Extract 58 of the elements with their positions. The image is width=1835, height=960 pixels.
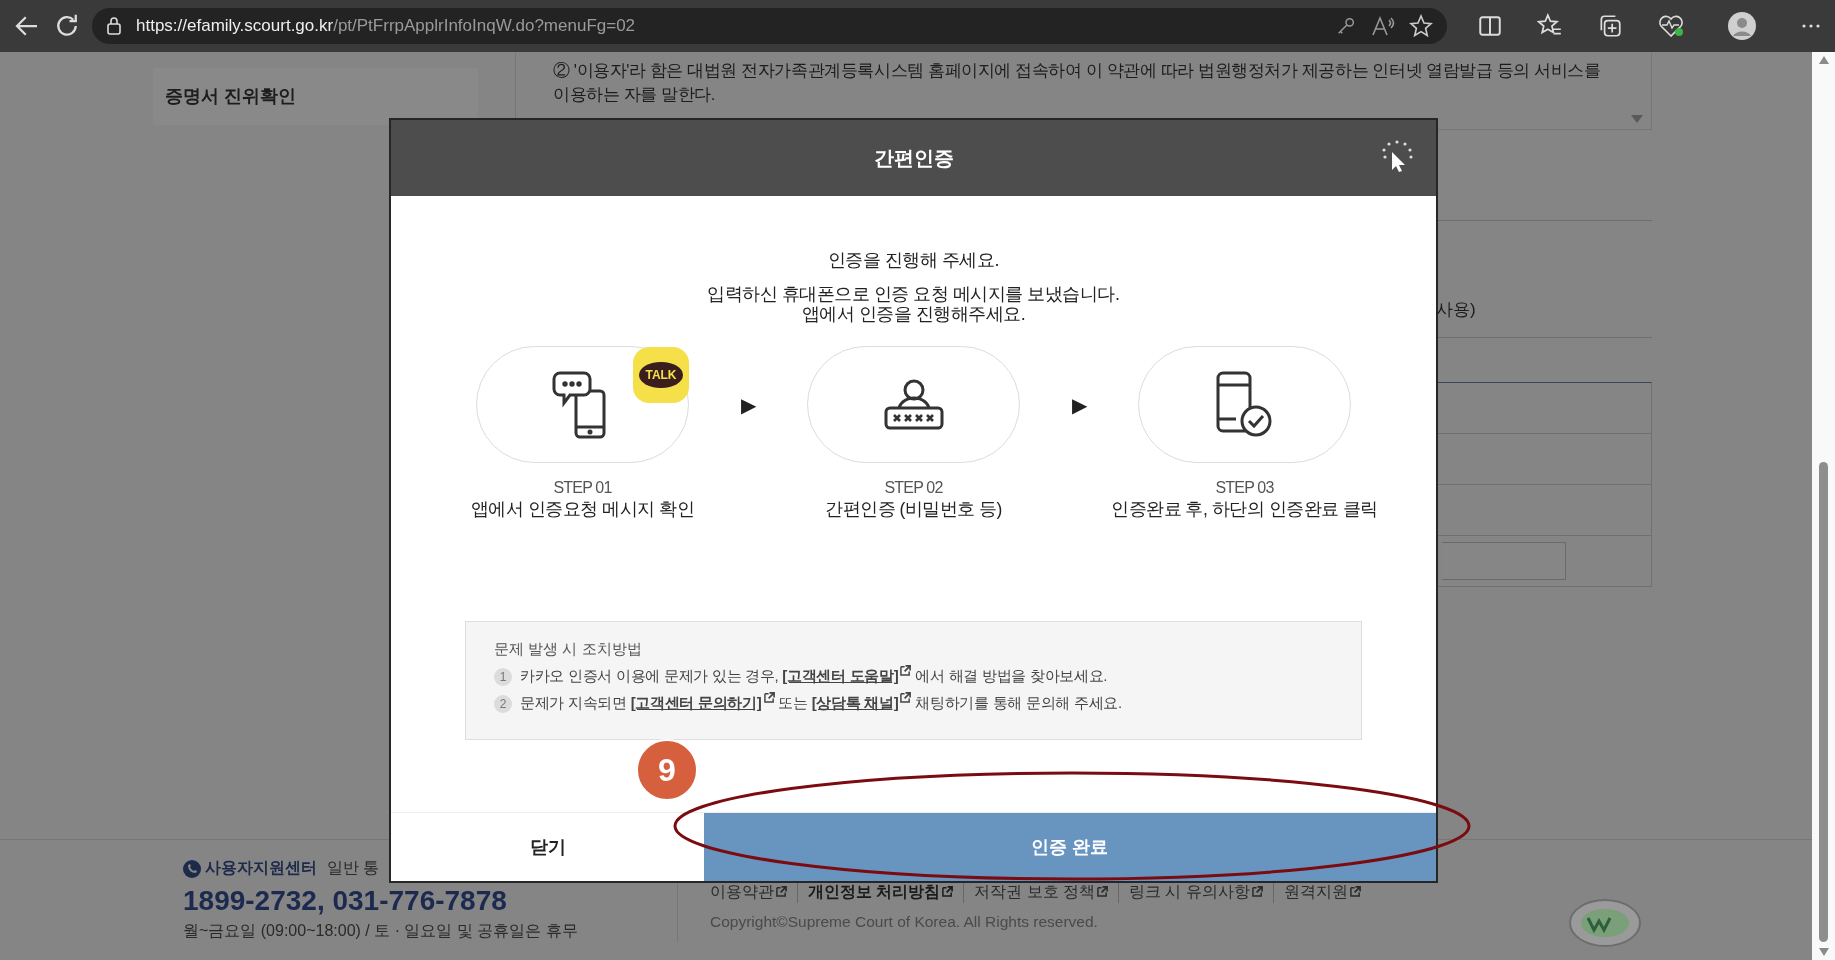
form-label: 사용) — [1436, 299, 1476, 321]
scroll-up-icon[interactable] — [1818, 56, 1829, 64]
address-bar[interactable]: https://efamily.scourt.go.kr/pt/PtFrrpApplrInfoInqW.do?menuFg=02 — [92, 8, 1447, 44]
talk-badge: TALK — [633, 347, 689, 403]
step-caption: 인증완료 후, 하단의 인증완료 클릭 — [1111, 498, 1378, 521]
read-aloud-icon[interactable] — [1371, 15, 1395, 37]
arrow-icon: ▶ — [740, 392, 756, 417]
arrow-icon: ▶ — [1071, 392, 1087, 417]
url-text: https://efamily.scourt.go.kr/pt/PtFrrpApplrInfoInqW.do?menuFg=02 — [136, 16, 637, 36]
footer-link[interactable]: 이용약관 — [710, 882, 797, 903]
help-text: 문제가 지속되면 [고객센터 문의하기] 또는 [상담톡 채널] 채팅하기를 통해 문의해 주세요. — [520, 694, 1122, 713]
step-caption: 앱에서 인증요청 메시지 확인 — [470, 498, 695, 521]
external-link-icon — [1349, 886, 1361, 897]
collections-icon[interactable] — [1597, 13, 1623, 39]
user-password-icon — [882, 377, 945, 432]
copyright-text: Copyright©Supreme Court of Korea. All Rights reserved. — [710, 913, 1099, 931]
help-link[interactable]: [상담톡 채널] — [811, 694, 912, 713]
support-center-title: 사용자지원센터 — [205, 858, 317, 878]
lock-icon — [106, 16, 122, 36]
heart-pulse-icon[interactable] — [1657, 13, 1685, 39]
certification-mark-icon — [1568, 898, 1642, 948]
star-icon[interactable] — [1409, 14, 1433, 38]
dialog-message: 입력하신 휴대폰으로 인증 요청 메시지를 보냈습니다. — [707, 283, 1120, 306]
sparkle-cursor-icon — [1380, 140, 1414, 172]
external-link-icon — [1251, 886, 1263, 897]
scrollbar[interactable] — [1812, 52, 1835, 960]
profile-avatar-icon[interactable] — [1727, 11, 1757, 41]
input-field[interactable] — [1442, 542, 1566, 580]
dialog-message: 인증을 진행해 주세요. — [828, 249, 999, 272]
dialog-title: 간편인증 — [873, 145, 954, 171]
key-icon[interactable] — [1335, 15, 1357, 37]
terms-text: ② '이용자'라 함은 대법원 전자가족관계등록시스템 홈페이지에 접속하여 이 약관에 따라 법원행정처가 제공하는 인터넷 열람발급 등의 서비스를 이용하는 자를 말한다. — [553, 60, 1602, 105]
number-badge: 1 — [494, 667, 512, 686]
help-text: 카카오 인증서 이용에 문제가 있는 경우, [고객센터 도움말] 에서 해결 방법을 찾아보세요. — [520, 667, 1108, 686]
split-screen-icon[interactable] — [1477, 13, 1503, 39]
external-link-icon — [942, 886, 954, 897]
support-hours: 월~금요일 (09:00~18:00) / 토 · 일요일 및 공휴일은 휴무 — [183, 921, 579, 941]
external-link-icon — [900, 665, 912, 676]
scroll-thumb[interactable] — [1819, 462, 1828, 942]
external-link-icon — [900, 692, 912, 703]
support-phone: 1899-2732, 031-776-7878 — [183, 885, 508, 917]
help-link[interactable]: [고객센터 문의하기] — [630, 694, 775, 713]
external-link-icon — [776, 886, 787, 897]
step-number: STEP 02 — [884, 479, 943, 497]
step-number: STEP 03 — [1215, 479, 1274, 497]
external-link-icon — [763, 692, 775, 703]
step-caption: 간편인증 (비밀번호 등) — [825, 498, 1002, 521]
phone-icon — [183, 859, 201, 878]
help-link[interactable]: [고객센터 도움말] — [782, 667, 912, 686]
scroll-down-icon[interactable] — [1818, 948, 1829, 956]
step-number: STEP 01 — [553, 479, 612, 497]
support-note: 일반 통 — [327, 858, 380, 878]
confirm-button[interactable]: 인증 완료 — [704, 813, 1436, 881]
help-title: 문제 발생 시 조치방법 — [494, 640, 643, 659]
dialog-message: 앱에서 인증을 진행해주세요. — [801, 303, 1026, 326]
number-badge: 2 — [494, 694, 512, 713]
external-link-icon — [1096, 886, 1108, 897]
sidebar-item[interactable]: 증명서 진위확인 — [153, 68, 478, 125]
